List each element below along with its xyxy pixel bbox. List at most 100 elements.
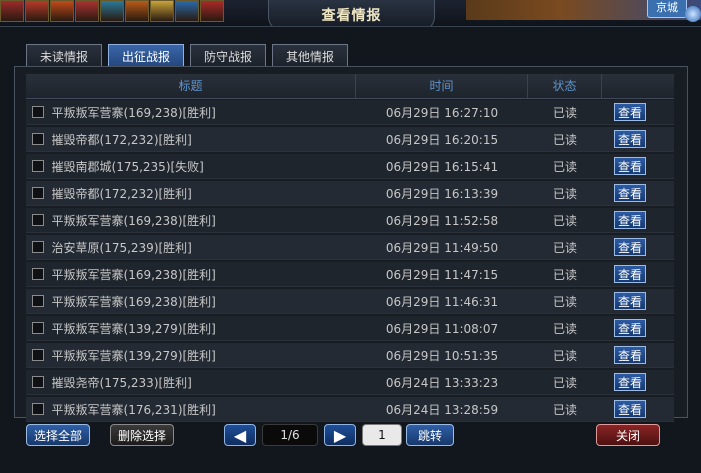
row-checkbox[interactable] — [32, 187, 44, 199]
report-title: 平叛叛军营寨(169,238)[胜利] — [51, 294, 216, 309]
view-report-button[interactable]: 查看 — [614, 346, 646, 364]
tab-other[interactable]: 其他情报 — [272, 44, 348, 68]
report-list: 平叛叛军营寨(169,238)[胜利] 06月29日 16:27:10 已读 查看 摧毁… — [26, 100, 674, 424]
report-title: 平叛叛军营寨(139,279)[胜利] — [51, 321, 216, 336]
row-checkbox[interactable] — [32, 241, 44, 253]
view-report-button[interactable]: 查看 — [614, 103, 646, 121]
report-row[interactable]: 摧毁南郡城(175,235)[失败] 06月29日 16:15:41 已读 查看 — [26, 154, 674, 179]
report-row[interactable]: 平叛叛军营寨(139,279)[胜利] 06月29日 10:51:35 已读 查看 — [26, 343, 674, 368]
close-button[interactable]: 关闭 — [596, 424, 660, 446]
report-time: 06月29日 16:15:41 — [385, 159, 499, 174]
row-checkbox[interactable] — [32, 268, 44, 280]
banner-icon[interactable] — [150, 0, 174, 22]
row-checkbox[interactable] — [32, 403, 44, 415]
view-report-button[interactable]: 查看 — [614, 373, 646, 391]
view-report-button[interactable]: 查看 — [614, 400, 646, 418]
report-status: 已读 — [552, 240, 577, 255]
row-checkbox[interactable] — [32, 349, 44, 361]
column-title: 标题 — [26, 74, 356, 98]
view-report-button[interactable]: 查看 — [614, 238, 646, 256]
report-row[interactable]: 平叛叛军营寨(176,231)[胜利] 06月24日 13:28:59 已读 查看 — [26, 397, 674, 422]
select-all-button[interactable]: 选择全部 — [26, 424, 90, 446]
report-status: 已读 — [552, 402, 577, 417]
column-status: 状态 — [528, 74, 602, 98]
next-page-button[interactable]: ▶ — [324, 424, 356, 446]
report-time: 06月29日 11:52:58 — [385, 213, 499, 228]
report-row[interactable]: 平叛叛军营寨(169,238)[胜利] 06月29日 11:47:15 已读 查看 — [26, 262, 674, 287]
report-time: 06月29日 11:08:07 — [385, 321, 499, 336]
report-time: 06月24日 13:33:23 — [385, 375, 499, 390]
banner-icon[interactable] — [75, 0, 99, 22]
report-title: 平叛叛军营寨(169,238)[胜利] — [51, 213, 216, 228]
report-time: 06月24日 13:28:59 — [385, 402, 499, 417]
row-checkbox[interactable] — [32, 106, 44, 118]
report-time: 06月29日 16:20:15 — [385, 132, 499, 147]
view-report-button[interactable]: 查看 — [614, 184, 646, 202]
info-orb-icon[interactable] — [685, 6, 701, 22]
row-checkbox[interactable] — [32, 376, 44, 388]
banner-icon[interactable] — [25, 0, 49, 22]
row-checkbox[interactable] — [32, 295, 44, 307]
flag-icon[interactable] — [0, 0, 24, 22]
report-row[interactable]: 平叛叛军营寨(169,238)[胜利] 06月29日 16:27:10 已读 查看 — [26, 100, 674, 125]
window-title: 查看情报 — [321, 8, 382, 24]
report-title: 摧毁尧帝(175,233)[胜利] — [51, 375, 192, 390]
view-report-button[interactable]: 查看 — [614, 211, 646, 229]
report-row[interactable]: 平叛叛军营寨(139,279)[胜利] 06月29日 11:08:07 已读 查看 — [26, 316, 674, 341]
banner-icon[interactable] — [200, 0, 224, 22]
report-row[interactable]: 治安草原(175,239)[胜利] 06月29日 11:49:50 已读 查看 — [26, 235, 674, 260]
report-row[interactable]: 平叛叛军营寨(169,238)[胜利] 06月29日 11:46:31 已读 查看 — [26, 289, 674, 314]
report-time: 06月29日 11:47:15 — [385, 267, 499, 282]
row-checkbox[interactable] — [32, 322, 44, 334]
page-indicator: 1/6 — [262, 424, 318, 446]
report-time: 06月29日 11:49:50 — [385, 240, 499, 255]
report-time: 06月29日 10:51:35 — [385, 348, 499, 363]
report-title: 平叛叛军营寨(169,238)[胜利] — [51, 267, 216, 282]
report-title: 平叛叛军营寨(176,231)[胜利] — [51, 402, 216, 417]
prev-page-button[interactable]: ◀ — [224, 424, 256, 446]
column-action — [602, 74, 674, 98]
report-status: 已读 — [552, 132, 577, 147]
scroll-icon[interactable] — [125, 0, 149, 22]
report-status: 已读 — [552, 294, 577, 309]
report-status: 已读 — [552, 186, 577, 201]
report-title: 摧毁帝都(172,232)[胜利] — [51, 186, 192, 201]
report-title: 摧毁帝都(172,232)[胜利] — [51, 132, 192, 147]
column-time: 时间 — [356, 74, 528, 98]
view-report-button[interactable]: 查看 — [614, 319, 646, 337]
report-row[interactable]: 摧毁帝都(172,232)[胜利] 06月29日 16:13:39 已读 查看 — [26, 181, 674, 206]
report-status: 已读 — [552, 105, 577, 120]
report-time: 06月29日 16:27:10 — [385, 105, 499, 120]
capital-button[interactable]: 京城 — [647, 0, 687, 18]
report-status: 已读 — [552, 267, 577, 282]
table-header: 标题 时间 状态 — [26, 74, 674, 99]
tab-unread[interactable]: 未读情报 — [26, 44, 102, 68]
tab-bar: 未读情报 出征战报 防守战报 其他情报 — [26, 44, 354, 68]
banner-icon[interactable] — [50, 0, 74, 22]
delete-selected-button[interactable]: 删除选择 — [110, 424, 174, 446]
view-report-button[interactable]: 查看 — [614, 130, 646, 148]
report-status: 已读 — [552, 159, 577, 174]
report-row[interactable]: 摧毁尧帝(175,233)[胜利] 06月24日 13:33:23 已读 查看 — [26, 370, 674, 395]
jump-button[interactable]: 跳转 — [406, 424, 454, 446]
gift-icon[interactable] — [100, 0, 124, 22]
report-title: 平叛叛军营寨(139,279)[胜利] — [51, 348, 216, 363]
top-icon-strip — [0, 0, 225, 22]
tab-defense[interactable]: 防守战报 — [190, 44, 266, 68]
page-number-input[interactable]: 1 — [362, 424, 402, 446]
row-checkbox[interactable] — [32, 133, 44, 145]
report-status: 已读 — [552, 375, 577, 390]
report-status: 已读 — [552, 348, 577, 363]
view-report-button[interactable]: 查看 — [614, 292, 646, 310]
banner-icon[interactable] — [175, 0, 199, 22]
report-row[interactable]: 摧毁帝都(172,232)[胜利] 06月29日 16:20:15 已读 查看 — [26, 127, 674, 152]
report-time: 06月29日 11:46:31 — [385, 294, 499, 309]
row-checkbox[interactable] — [32, 214, 44, 226]
view-report-button[interactable]: 查看 — [614, 265, 646, 283]
row-checkbox[interactable] — [32, 160, 44, 172]
report-status: 已读 — [552, 321, 577, 336]
report-row[interactable]: 平叛叛军营寨(169,238)[胜利] 06月29日 11:52:58 已读 查看 — [26, 208, 674, 233]
tab-expedition[interactable]: 出征战报 — [108, 44, 184, 68]
view-report-button[interactable]: 查看 — [614, 157, 646, 175]
report-title: 平叛叛军营寨(169,238)[胜利] — [51, 105, 216, 120]
